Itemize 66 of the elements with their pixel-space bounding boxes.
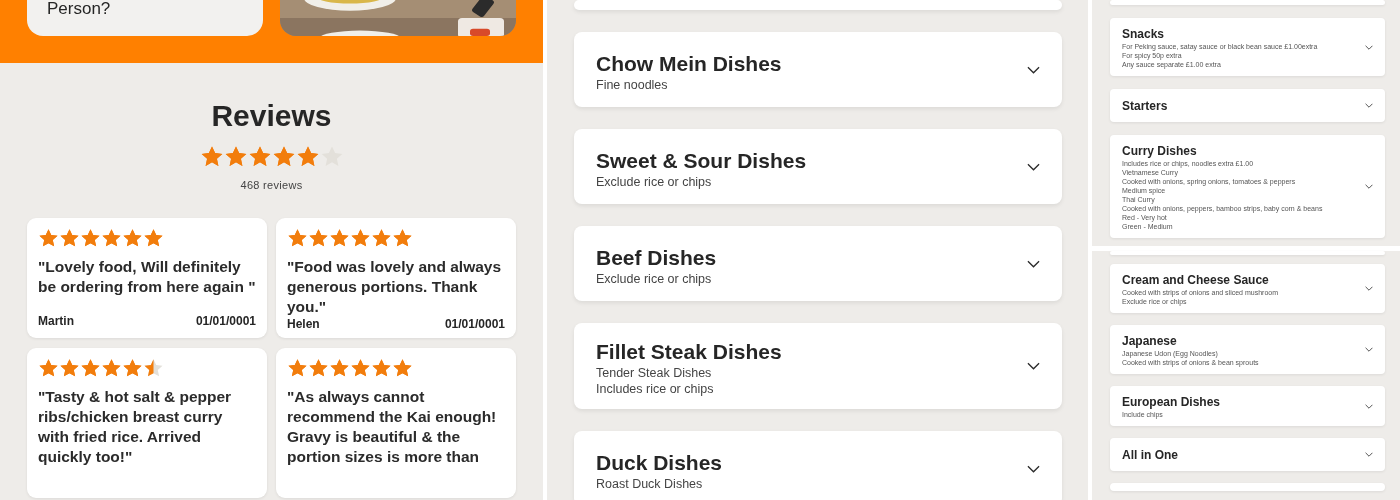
- category-title: Chow Mein Dishes: [596, 50, 783, 77]
- chevron-down-icon[interactable]: [1027, 65, 1040, 74]
- star-icon: [392, 228, 413, 249]
- review-text: "As always cannot recommend the Kai enough! Gravy is beautiful & the portion sizes is more than: [287, 387, 498, 467]
- category-note: Roast Duck Dishes: [596, 475, 704, 492]
- star-icon: [122, 358, 143, 379]
- review-text: "Lovely food, Will definitely be ordering from here again ": [38, 257, 256, 297]
- category-title: Sweet & Sour Dishes: [596, 147, 808, 174]
- category-title: Fillet Steak Dishes: [596, 339, 783, 365]
- category-title: Cream and Cheese Sauce: [1122, 273, 1270, 288]
- reviewer-name: Martin: [38, 314, 74, 328]
- star-icon: [287, 228, 308, 249]
- menu-category[interactable]: All in One: [1110, 438, 1385, 471]
- review-date: 01/01/0001: [195, 314, 256, 328]
- category-title: Curry Dishes: [1122, 144, 1198, 159]
- card-text: Person?: [47, 0, 111, 18]
- category-title: Snacks: [1122, 27, 1166, 42]
- star-icon: [392, 358, 413, 379]
- menu-category[interactable]: Sweet & Sour Dishes Exclude rice or chips: [574, 129, 1062, 204]
- review-count: 468 reviews: [240, 179, 303, 191]
- star-icon: [38, 358, 59, 379]
- star-icon: [80, 358, 101, 379]
- star-icon: [350, 358, 371, 379]
- star-icon: [80, 228, 101, 249]
- category-note: Fine noodles: [596, 76, 669, 93]
- chevron-down-icon[interactable]: [1027, 464, 1040, 473]
- category-title: Beef Dishes: [596, 244, 718, 271]
- section-heading: Reviews: [211, 99, 332, 134]
- category-title: Starters: [1122, 99, 1169, 114]
- menu-category[interactable]: Chow Mein Dishes Fine noodles: [574, 32, 1062, 107]
- reviewer-name: Helen: [287, 317, 320, 331]
- star-icon: [308, 358, 329, 379]
- category-note: Includes rice or chips: [596, 381, 715, 397]
- category-note: Tender Steak Dishes: [596, 365, 713, 381]
- star-icon: [59, 358, 80, 379]
- star-icon: [371, 358, 392, 379]
- review-date: 01/01/0001: [444, 317, 505, 331]
- star-icon: [101, 358, 122, 379]
- menu-category[interactable]: Fillet Steak Dishes Tender Steak Dishes Includes rice or chips: [574, 323, 1062, 409]
- menu-category[interactable]: Starters: [1110, 89, 1385, 122]
- category-title: All in One: [1122, 448, 1179, 463]
- star-icon: [308, 228, 329, 249]
- star-icon: [329, 358, 350, 379]
- category-title: Japanese: [1122, 334, 1178, 349]
- star-icon: [59, 228, 80, 249]
- chevron-down-icon[interactable]: [1027, 259, 1040, 268]
- category-title: European Dishes: [1122, 395, 1222, 410]
- category-note: Exclude rice or chips: [596, 173, 713, 190]
- star-icon: [122, 228, 143, 249]
- star-icon: [101, 228, 122, 249]
- category-title: Duck Dishes: [596, 449, 724, 476]
- star-icon: [350, 228, 371, 249]
- star-icon: [287, 358, 308, 379]
- menu-category[interactable]: [1110, 135, 1385, 238]
- chevron-down-icon[interactable]: [1027, 162, 1040, 171]
- review-text: "Food was lovely and always generous portions. Thank you.": [287, 257, 503, 317]
- chevron-down-icon[interactable]: [1027, 362, 1040, 370]
- star-icon: [38, 228, 59, 249]
- star-icon: [143, 228, 164, 249]
- star-icon: [371, 228, 392, 249]
- star-icon: [329, 228, 350, 249]
- half-star-icon: [143, 358, 164, 379]
- menu-category[interactable]: Beef Dishes Exclude rice or chips: [574, 226, 1062, 301]
- menu-category[interactable]: Duck Dishes Roast Duck Dishes: [574, 431, 1062, 500]
- review-text: "Tasty & hot salt & pepper ribs/chicken breast curry with fried rice. Arrived quickly too!": [38, 387, 233, 467]
- category-note: Exclude rice or chips: [596, 270, 713, 287]
